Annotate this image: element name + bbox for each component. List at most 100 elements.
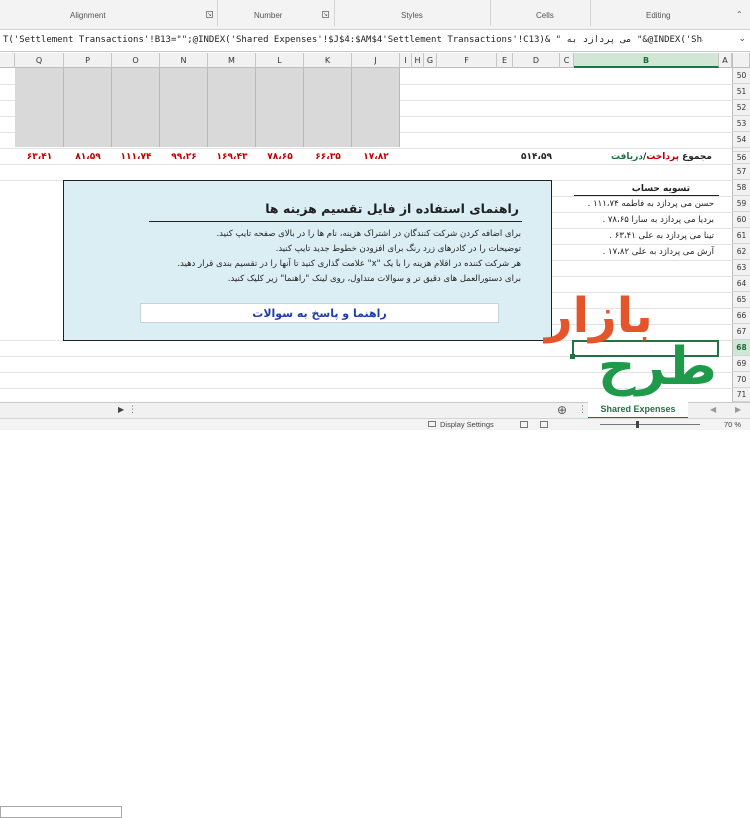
display-settings-icon[interactable]	[428, 421, 436, 427]
ribbon-separator	[490, 0, 491, 26]
total-cell-p[interactable]: ۸۱،۵۹	[64, 152, 112, 162]
row-header[interactable]: 65	[732, 292, 750, 308]
ribbon-group-styles[interactable]: Styles	[401, 11, 423, 20]
sheet-tab-shared-expenses[interactable]: Shared Expenses	[588, 402, 688, 419]
total-cell-n[interactable]: ۹۹،۲۶	[160, 152, 208, 162]
total-cell-l[interactable]: ۷۸،۶۵	[256, 152, 304, 162]
column-header-a[interactable]: A	[719, 53, 732, 68]
gridline	[552, 276, 732, 277]
participant-column-n[interactable]	[160, 68, 208, 147]
totals-label-paid: پرداخت	[646, 152, 679, 162]
number-launcher-icon[interactable]: ↘	[322, 11, 329, 18]
settlement-line[interactable]: آرش می پردازد به علی ۱۷،۸۲ .	[603, 247, 714, 257]
row-header[interactable]: 59	[732, 196, 750, 212]
total-cell-j[interactable]: ۱۷،۸۲	[352, 152, 400, 162]
column-header-p[interactable]: P	[64, 53, 112, 68]
horizontal-scrollbar[interactable]	[0, 806, 122, 818]
total-cell-d[interactable]: ۵۱۴،۵۹	[513, 152, 560, 162]
column-header-m[interactable]: M	[208, 53, 256, 68]
add-sheet-icon[interactable]: ⊕	[557, 403, 567, 417]
column-header-e[interactable]: E	[497, 53, 513, 68]
column-header-f[interactable]: F	[437, 53, 497, 68]
formula-text[interactable]: T('Settlement Transactions'!B13="";@INDE…	[3, 35, 703, 45]
participant-column-p[interactable]	[64, 68, 112, 147]
display-settings-button[interactable]: Display Settings	[440, 420, 494, 429]
participant-column-j[interactable]	[352, 68, 400, 147]
column-header-c[interactable]: C	[560, 53, 574, 68]
collapse-ribbon-icon[interactable]: ⌃	[736, 10, 743, 19]
column-header-j[interactable]: J	[352, 53, 400, 68]
row-header[interactable]: 51	[732, 84, 750, 100]
participant-column-q[interactable]	[15, 68, 64, 147]
row-header[interactable]: 66	[732, 308, 750, 324]
column-header-g[interactable]: G	[424, 53, 437, 68]
settlement-line[interactable]: حسن می پردازد به فاطمه ۱۱۱،۷۴ .	[588, 199, 714, 209]
normal-view-icon[interactable]	[520, 421, 528, 428]
column-header-b[interactable]: B	[574, 53, 719, 68]
page-layout-view-icon[interactable]	[540, 421, 548, 428]
column-header-n[interactable]: N	[160, 53, 208, 68]
row-header[interactable]: 50	[732, 68, 750, 84]
row-header[interactable]: 71	[732, 388, 750, 402]
tab-options-icon[interactable]: ⋮	[578, 405, 587, 415]
column-header-h[interactable]: H	[412, 53, 424, 68]
column-header-q[interactable]: Q	[15, 53, 64, 68]
help-instructions-box: راهنمای استفاده از فایل تقسیم هزینه ها ب…	[63, 180, 552, 341]
row-header[interactable]: 64	[732, 276, 750, 292]
row-header[interactable]: 57	[732, 164, 750, 180]
fill-handle[interactable]	[570, 354, 575, 359]
row-header[interactable]: 61	[732, 228, 750, 244]
ribbon-group-editing[interactable]: Editing	[646, 11, 670, 20]
ribbon-group-alignment[interactable]: Alignment	[70, 11, 106, 20]
ribbon-group-cells[interactable]: Cells	[536, 11, 554, 20]
alignment-launcher-icon[interactable]: ↘	[206, 11, 213, 18]
settlement-title[interactable]: تسویه حساب	[632, 184, 690, 194]
zoom-slider-thumb[interactable]	[636, 421, 639, 428]
row-header-selected[interactable]: 68	[732, 340, 750, 356]
row-header[interactable]: 56	[732, 152, 750, 164]
participant-column-m[interactable]	[208, 68, 256, 147]
settlement-line[interactable]: تینا می پردازد به علی ۶۳،۴۱ .	[609, 231, 714, 241]
scroll-right-icon[interactable]: ▶	[118, 405, 124, 414]
participant-column-o[interactable]	[112, 68, 160, 147]
totals-label[interactable]: مجموع پرداخت/دریافت	[611, 152, 712, 162]
participant-column-l[interactable]	[256, 68, 304, 147]
ribbon-separator	[334, 0, 335, 26]
help-faq-link-button[interactable]: راهنما و پاسخ به سوالات	[140, 303, 499, 323]
row-header[interactable]: 62	[732, 244, 750, 260]
participant-column-k[interactable]	[304, 68, 352, 147]
settlement-line[interactable]: بردیا می پردازد به سارا ۷۸،۶۵ .	[602, 215, 714, 225]
select-all-corner[interactable]	[732, 53, 750, 68]
column-header-l[interactable]: L	[256, 53, 304, 68]
row-header[interactable]: 69	[732, 356, 750, 372]
scroll-tabs-next-icon[interactable]: ▶	[735, 405, 741, 414]
total-cell-o[interactable]: ۱۱۱،۷۴	[112, 152, 160, 162]
ribbon: Alignment ↘ Number ↘ Styles Cells Editin…	[0, 0, 750, 30]
row-header[interactable]: 58	[732, 180, 750, 196]
total-cell-q[interactable]: ۶۳،۴۱	[15, 152, 64, 162]
row-header[interactable]: 63	[732, 260, 750, 276]
gridline	[0, 148, 732, 149]
column-header-bar: Q P O N M L K J I H G F E D C B A	[0, 53, 750, 68]
ribbon-separator	[217, 0, 218, 26]
row-header[interactable]: 70	[732, 372, 750, 388]
zoom-slider[interactable]	[600, 424, 700, 425]
total-cell-k[interactable]: ۶۶،۳۵	[304, 152, 352, 162]
column-header-d[interactable]: D	[513, 53, 560, 68]
row-header[interactable]: 52	[732, 100, 750, 116]
row-header[interactable]: 54	[732, 132, 750, 148]
expand-formula-icon[interactable]: ⌄	[738, 34, 746, 44]
scroll-tabs-prev-icon[interactable]: ◀	[710, 405, 716, 414]
zoom-level[interactable]: 70 %	[724, 420, 741, 429]
column-header-i[interactable]: I	[400, 53, 412, 68]
formula-bar[interactable]: T('Settlement Transactions'!B13="";@INDE…	[0, 30, 750, 52]
ribbon-group-number[interactable]: Number	[254, 11, 282, 20]
row-header[interactable]: 67	[732, 324, 750, 340]
column-header-o[interactable]: O	[112, 53, 160, 68]
total-cell-m[interactable]: ۱۶۹،۴۳	[208, 152, 256, 162]
column-header-k[interactable]: K	[304, 53, 352, 68]
row-header[interactable]: 53	[732, 116, 750, 132]
tab-split-handle-icon[interactable]: ⋮	[128, 405, 137, 415]
column-header-extra[interactable]	[0, 53, 15, 68]
row-header[interactable]: 60	[732, 212, 750, 228]
